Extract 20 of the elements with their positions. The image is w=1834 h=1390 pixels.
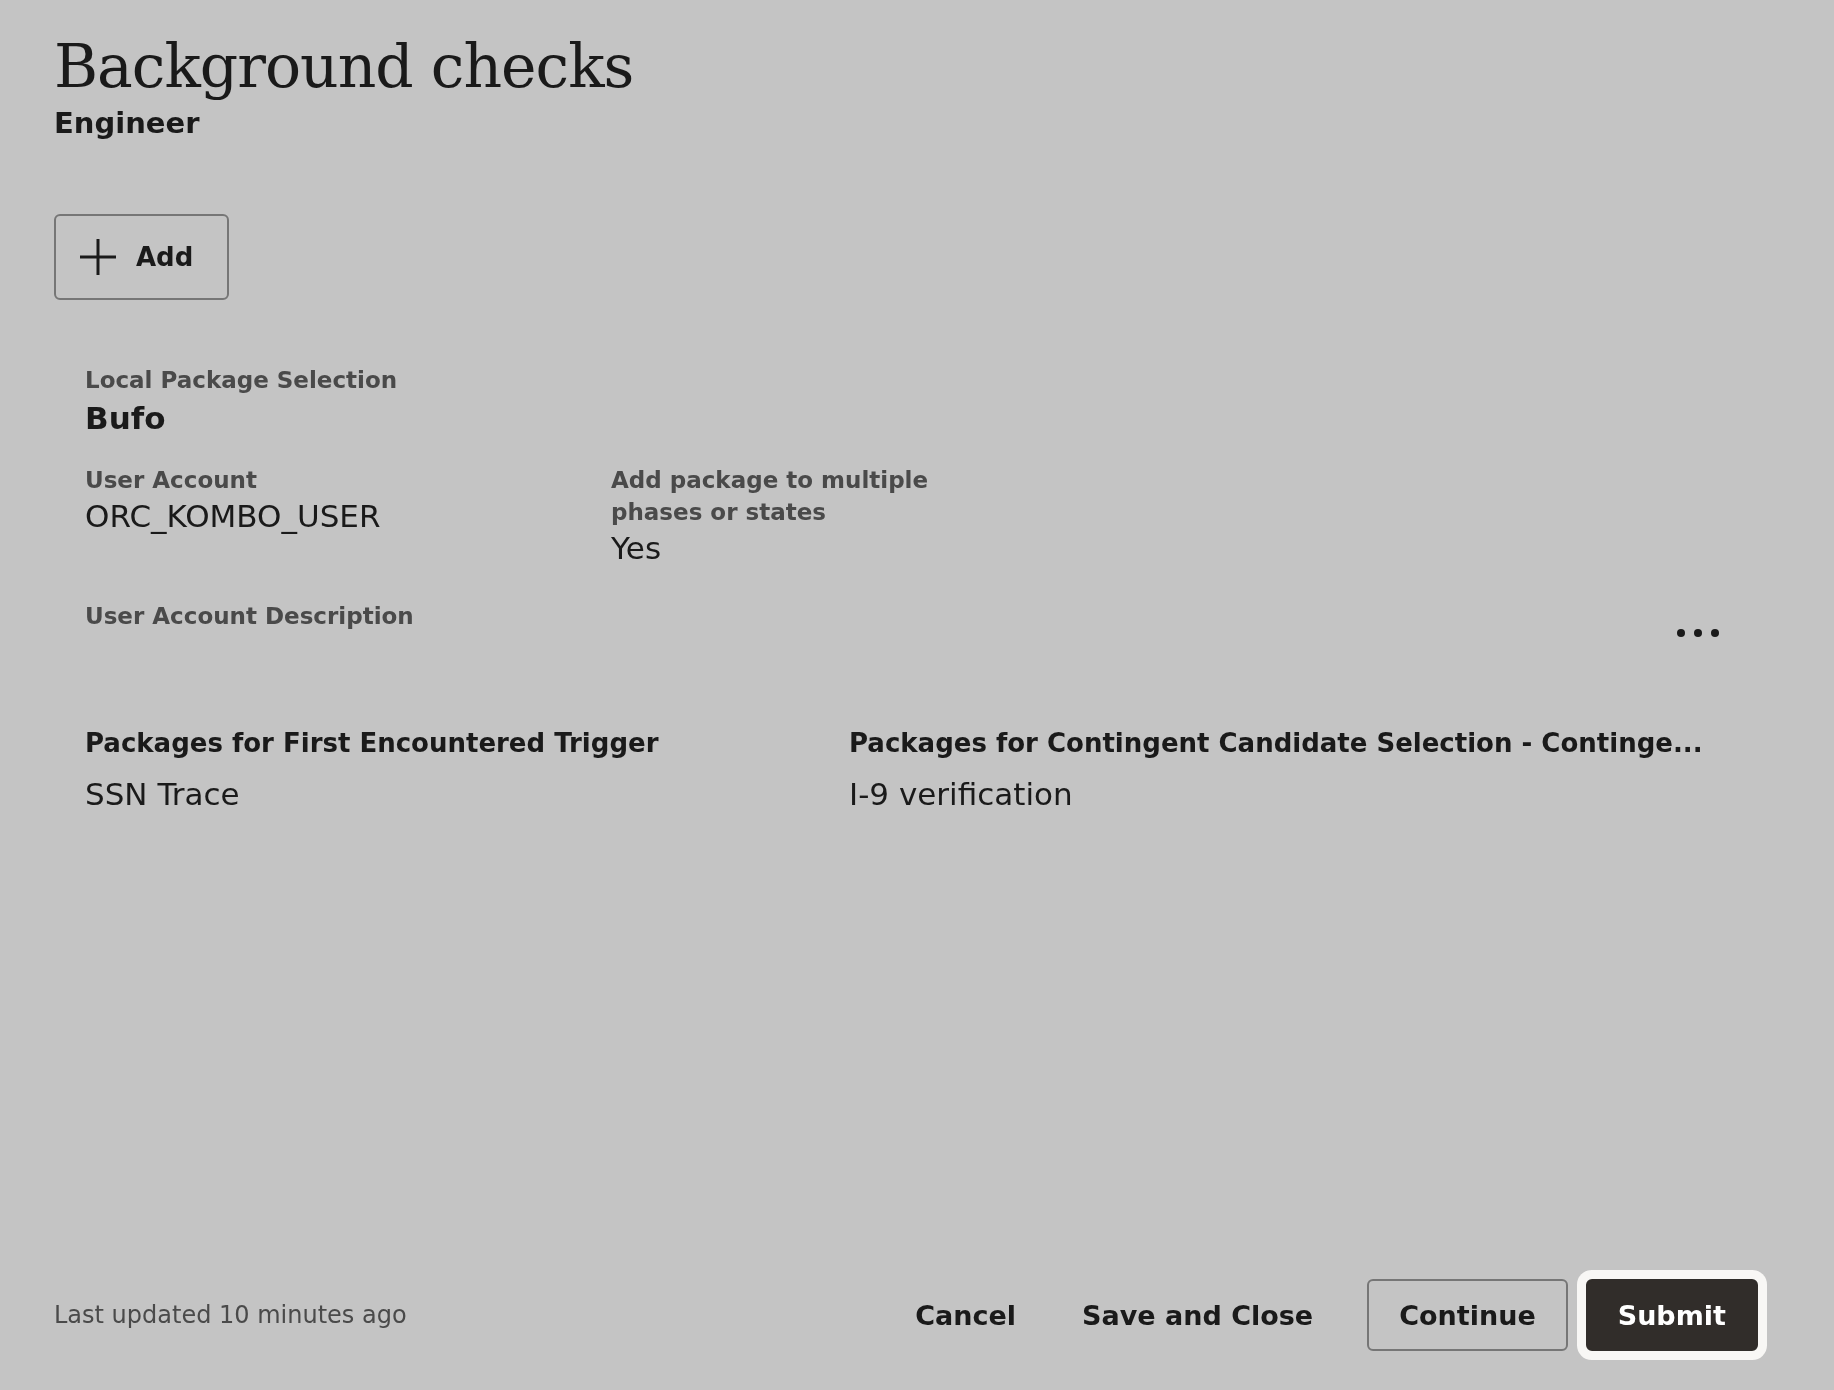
package-name: Bufo	[85, 400, 167, 436]
field-label: Local Package Selection	[85, 366, 399, 395]
last-updated-text: Last updated 10 minutes ago	[54, 1301, 407, 1329]
field-label: User Account Description	[85, 602, 415, 631]
group-value: I-9 verification	[849, 775, 1074, 814]
footer-button[interactable]: Continue	[1367, 1279, 1568, 1351]
footer-button[interactable]: Save and Close	[1058, 1279, 1338, 1351]
field-value: Yes	[611, 529, 663, 568]
page-subtitle: Engineer	[54, 106, 201, 140]
field-label: User Account	[85, 466, 258, 495]
plus-icon	[78, 237, 118, 277]
add-button[interactable]: Add	[54, 214, 229, 300]
footer-button[interactable]: Cancel	[891, 1279, 1041, 1351]
more-options-icon[interactable]	[1676, 628, 1720, 638]
field-label: Add package to multiple phases or states	[611, 466, 930, 527]
group-value: SSN Trace	[85, 775, 241, 814]
group-heading: Packages for First Encountered Trigger	[85, 727, 660, 760]
group-heading: Packages for Contingent Candidate Selection - Continge...	[849, 727, 1704, 760]
field-value: ORC_KOMBO_USER	[85, 497, 382, 536]
page-title: Background checks	[54, 30, 635, 103]
